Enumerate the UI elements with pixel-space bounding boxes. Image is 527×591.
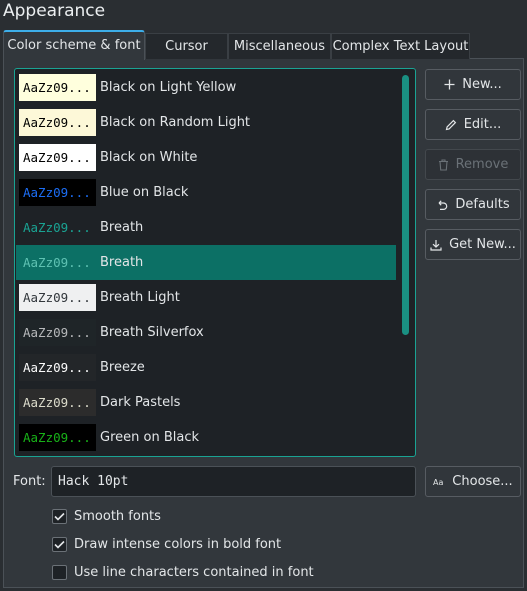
edit-scheme-button[interactable]: Edit...	[425, 109, 521, 140]
scheme-name: Green on Black	[100, 430, 199, 445]
list-item[interactable]: AaZz09... Breath Light	[16, 280, 396, 315]
smooth-fonts-option[interactable]: Smooth fonts	[52, 509, 161, 524]
scheme-name: Black on Light Yellow	[100, 80, 237, 95]
line-characters-option[interactable]: Use line characters contained in font	[52, 565, 314, 580]
tab-complex-text-layout[interactable]: Complex Text Layout	[331, 33, 470, 59]
edit-button-label: Edit...	[463, 117, 502, 132]
scheme-preview: AaZz09...	[19, 354, 96, 381]
list-item[interactable]: AaZz09... Blue on Black	[16, 175, 396, 210]
list-item[interactable]: AaZz09... Breath Silverfox	[16, 315, 396, 350]
get-new-button-label: Get New...	[449, 237, 516, 252]
list-item[interactable]: AaZz09... Breeze	[16, 350, 396, 385]
tab-color-scheme-font[interactable]: Color scheme & font	[3, 30, 145, 60]
scheme-name: Dark Pastels	[100, 395, 181, 410]
font-icon: Aa	[433, 477, 445, 486]
list-item[interactable]: AaZz09... Breath	[16, 210, 396, 245]
scheme-name: Breeze	[100, 360, 145, 375]
undo-icon	[436, 199, 448, 211]
scheme-preview: AaZz09...	[19, 179, 96, 206]
list-item[interactable]: AaZz09... Black on White	[16, 140, 396, 175]
new-scheme-button[interactable]: New...	[425, 69, 521, 100]
line-characters-label: Use line characters contained in font	[74, 565, 314, 580]
scheme-name: Breath Silverfox	[100, 325, 204, 340]
bold-intense-colors-checkbox[interactable]	[52, 537, 67, 552]
scheme-name: Breath Light	[100, 290, 180, 305]
line-characters-checkbox[interactable]	[52, 565, 67, 580]
download-icon	[430, 239, 442, 251]
remove-scheme-button[interactable]: Remove	[425, 149, 521, 180]
scheme-preview: AaZz09...	[19, 319, 96, 346]
list-item[interactable]: AaZz09... Dark Pastels	[16, 385, 396, 420]
new-button-label: New...	[462, 77, 502, 92]
scheme-preview: AaZz09...	[19, 249, 96, 276]
list-item-selected[interactable]: AaZz09... Breath	[16, 245, 396, 280]
list-item[interactable]: AaZz09... Black on Light Yellow	[16, 70, 396, 105]
scheme-name: Black on White	[100, 150, 198, 165]
checkmark-icon	[54, 540, 65, 549]
section-title: Appearance	[3, 1, 106, 21]
plus-icon	[444, 79, 455, 90]
get-new-button[interactable]: Get New...	[425, 229, 521, 260]
checkmark-icon	[54, 512, 65, 521]
bold-intense-colors-label: Draw intense colors in bold font	[74, 537, 282, 552]
scheme-name: Breath	[100, 255, 144, 270]
scheme-preview: AaZz09...	[19, 214, 96, 241]
scheme-name: Blue on Black	[100, 185, 189, 200]
scheme-preview: AaZz09...	[19, 284, 96, 311]
font-field[interactable]: Hack 10pt	[51, 466, 416, 497]
choose-button-label: Choose...	[452, 474, 513, 489]
tab-cursor[interactable]: Cursor	[145, 33, 228, 59]
smooth-fonts-checkbox[interactable]	[52, 509, 67, 524]
bold-intense-colors-option[interactable]: Draw intense colors in bold font	[52, 537, 281, 552]
trash-icon	[438, 158, 449, 171]
tab-miscellaneous[interactable]: Miscellaneous	[228, 33, 331, 59]
svg-text:Aa: Aa	[433, 478, 443, 486]
smooth-fonts-label: Smooth fonts	[74, 509, 161, 524]
scheme-preview: AaZz09...	[19, 144, 96, 171]
scheme-preview: AaZz09...	[19, 424, 96, 451]
defaults-button[interactable]: Defaults	[425, 189, 521, 220]
list-scrollbar[interactable]	[400, 72, 410, 454]
scheme-preview: AaZz09...	[19, 74, 96, 101]
scheme-name: Breath	[100, 220, 144, 235]
color-scheme-list[interactable]: AaZz09... Black on Light Yellow AaZz09..…	[14, 68, 416, 457]
scheme-preview: AaZz09...	[19, 389, 96, 416]
scheme-name: Black on Random Light	[100, 115, 251, 130]
defaults-button-label: Defaults	[455, 197, 510, 212]
scheme-preview: AaZz09...	[19, 109, 96, 136]
choose-font-button[interactable]: Aa Choose...	[425, 466, 521, 497]
pencil-icon	[445, 119, 457, 131]
list-item[interactable]: AaZz09... Black on Random Light	[16, 105, 396, 140]
list-item[interactable]: AaZz09... Green on Black	[16, 420, 396, 455]
remove-button-label: Remove	[455, 157, 509, 172]
scrollbar-thumb[interactable]	[402, 75, 409, 335]
font-label: Font:	[13, 474, 46, 489]
